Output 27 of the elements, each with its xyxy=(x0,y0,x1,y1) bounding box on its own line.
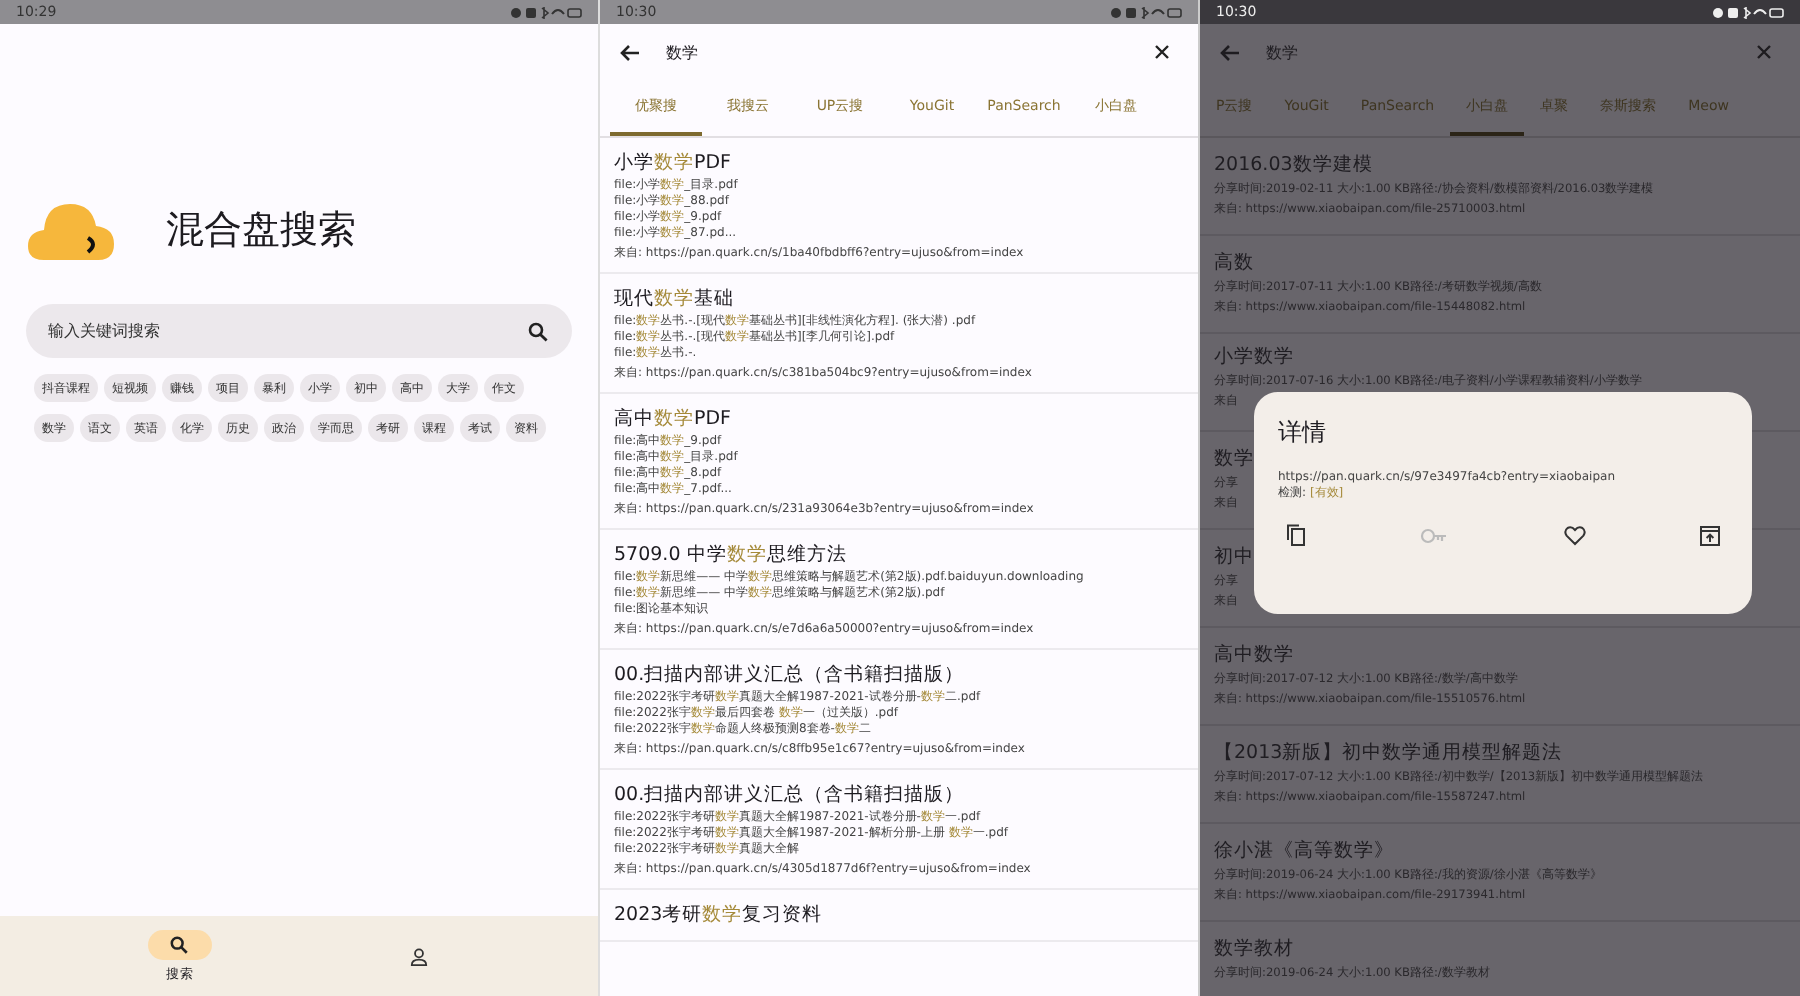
copy-button[interactable] xyxy=(1282,520,1310,550)
result-title[interactable]: 小学数学PDF xyxy=(614,148,732,178)
search-field[interactable]: 输入关键词搜索 xyxy=(26,304,572,358)
app-title: 混合盘搜索 xyxy=(166,206,356,256)
result-title[interactable]: 00.扫描内部讲义汇总（含书籍扫描版） xyxy=(614,780,965,810)
result-title[interactable]: 2023考研数学复习资料 xyxy=(614,900,823,930)
status-icons-drawing xyxy=(510,5,582,19)
result-title[interactable]: 00.扫描内部讲义汇总（含书籍扫描版） xyxy=(614,660,965,690)
heart-icon xyxy=(1563,525,1586,545)
status-icons-drawing xyxy=(1110,5,1182,19)
search-icon xyxy=(170,935,189,953)
result-title[interactable]: 现代数学基础 xyxy=(614,284,734,314)
key-icon xyxy=(1420,527,1449,543)
result-title[interactable]: 高中数学PDF xyxy=(614,404,732,434)
person-icon xyxy=(409,947,428,965)
close-icon[interactable] xyxy=(1154,44,1170,60)
search-query[interactable]: 数学 xyxy=(666,41,1128,63)
dialog-title: 详情 xyxy=(1278,416,1328,448)
box-arrow-icon xyxy=(1699,525,1720,545)
copy-icon xyxy=(1286,524,1306,546)
status-icons-drawing xyxy=(1712,5,1784,19)
favorite-button[interactable] xyxy=(1559,520,1590,550)
search-icon xyxy=(528,321,548,341)
open-button[interactable] xyxy=(1695,520,1724,550)
result-title[interactable]: 5709.0 中学数学思维方法 xyxy=(614,540,847,570)
back-arrow-icon[interactable] xyxy=(620,43,640,61)
search-nav-button[interactable] xyxy=(147,929,212,959)
